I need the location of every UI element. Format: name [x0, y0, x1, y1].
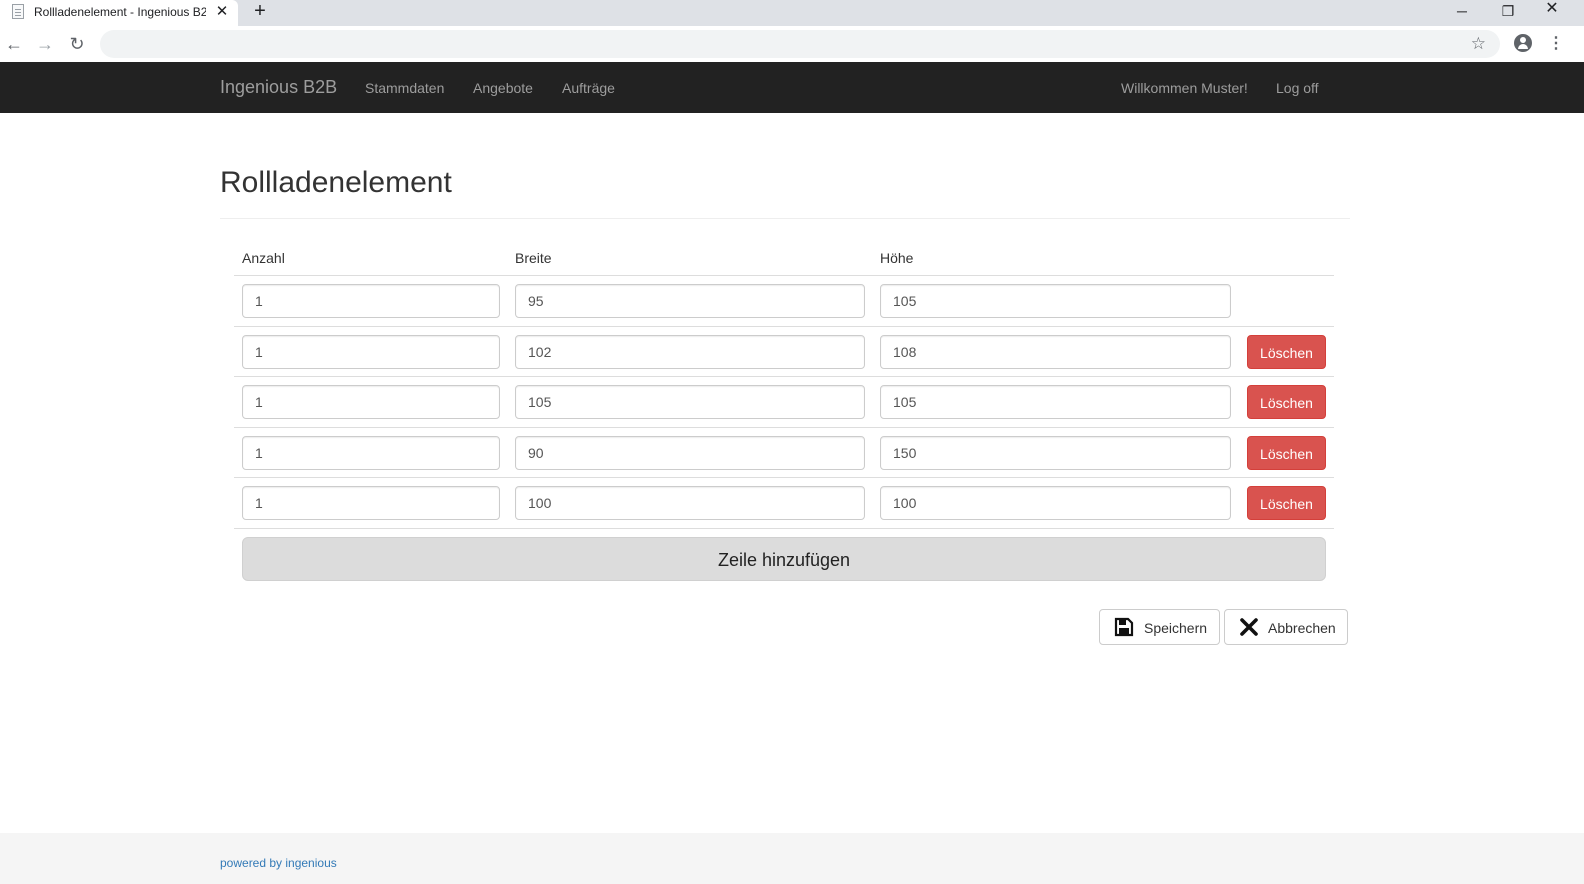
hoehe-input[interactable] [880, 284, 1231, 318]
tab-close-icon[interactable]: ✕ [212, 2, 232, 22]
anzahl-input[interactable] [242, 385, 500, 419]
save-button[interactable]: Speichern [1099, 609, 1220, 645]
table-divider [234, 528, 1334, 529]
column-header-anzahl: Anzahl [242, 250, 285, 266]
browser-toolbar: ← → ↻ ☆ ⋮ [0, 26, 1584, 62]
site-footer: powered by ingenious [0, 833, 1584, 884]
title-divider [220, 218, 1350, 219]
back-icon[interactable]: ← [2, 32, 26, 56]
welcome-link[interactable]: Willkommen Muster! [1121, 79, 1248, 97]
table-divider [234, 326, 1334, 327]
anzahl-input[interactable] [242, 284, 500, 318]
delete-row-button[interactable]: Löschen [1247, 335, 1326, 369]
add-row-button[interactable]: Zeile hinzufügen [242, 537, 1326, 581]
logoff-link[interactable]: Log off [1276, 79, 1319, 97]
delete-row-button[interactable]: Löschen [1247, 385, 1326, 419]
breite-input[interactable] [515, 385, 865, 419]
cancel-button-label: Abbrechen [1268, 620, 1336, 636]
browser-tab[interactable]: Rollladenelement - Ingenious B2B ✕ [0, 0, 238, 26]
delete-row-button[interactable]: Löschen [1247, 436, 1326, 470]
column-header-breite: Breite [515, 250, 552, 266]
minimize-icon[interactable]: ─ [1440, 4, 1484, 26]
anzahl-input[interactable] [242, 486, 500, 520]
breite-input[interactable] [515, 486, 865, 520]
nav-angebote[interactable]: Angebote [473, 79, 533, 97]
breite-input[interactable] [515, 335, 865, 369]
address-bar[interactable]: ☆ [100, 30, 1500, 58]
hoehe-input[interactable] [880, 486, 1231, 520]
browser-tabstrip: Rollladenelement - Ingenious B2B ✕ + ─ ❐… [0, 0, 1584, 26]
tab-title: Rollladenelement - Ingenious B2B [34, 5, 206, 19]
page-title: Rollladenelement [220, 166, 452, 199]
anzahl-input[interactable] [242, 436, 500, 470]
delete-row-button[interactable]: Löschen [1247, 486, 1326, 520]
column-header-hoehe: Höhe [880, 250, 914, 266]
table-divider [234, 477, 1334, 478]
profile-avatar-icon[interactable] [1514, 34, 1532, 52]
page-favicon-icon [12, 4, 24, 19]
bookmark-star-icon[interactable]: ☆ [1471, 33, 1486, 55]
floppy-disk-icon [1114, 617, 1134, 637]
table-divider [234, 275, 1334, 276]
brand-link[interactable]: Ingenious B2B [220, 77, 337, 97]
nav-stammdaten[interactable]: Stammdaten [365, 79, 444, 97]
reload-icon[interactable]: ↻ [65, 32, 89, 56]
anzahl-input[interactable] [242, 335, 500, 369]
nav-auftraege[interactable]: Aufträge [562, 79, 615, 97]
site-navbar: Ingenious B2B Stammdaten Angebote Aufträ… [0, 62, 1584, 113]
close-x-icon [1239, 617, 1259, 637]
hoehe-input[interactable] [880, 436, 1231, 470]
new-tab-icon[interactable]: + [248, 0, 272, 24]
browser-menu-icon[interactable]: ⋮ [1548, 32, 1564, 56]
breite-input[interactable] [515, 436, 865, 470]
restore-icon[interactable]: ❐ [1486, 4, 1530, 26]
breite-input[interactable] [515, 284, 865, 318]
table-divider [234, 427, 1334, 428]
save-button-label: Speichern [1144, 620, 1208, 636]
window-close-icon[interactable]: ✕ [1530, 1, 1574, 24]
cancel-button[interactable]: Abbrechen [1224, 609, 1348, 645]
powered-by-link[interactable]: powered by ingenious [220, 856, 337, 870]
hoehe-input[interactable] [880, 385, 1231, 419]
hoehe-input[interactable] [880, 335, 1231, 369]
forward-icon[interactable]: → [33, 32, 57, 56]
table-divider [234, 376, 1334, 377]
